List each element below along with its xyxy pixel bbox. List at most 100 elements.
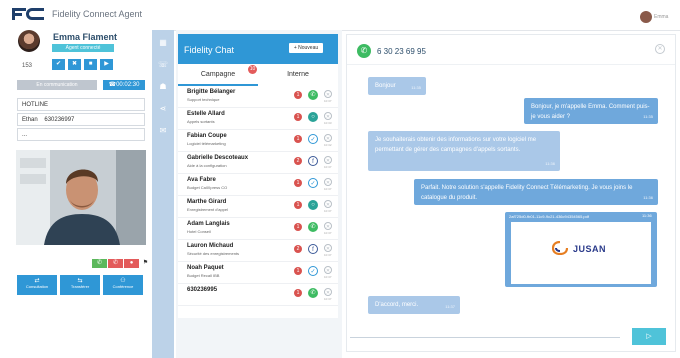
flag-icon: ⚑ <box>142 260 149 266</box>
contact-name: Gabrielle Descoteaux <box>187 155 249 161</box>
close-icon[interactable]: ✕ <box>324 222 332 230</box>
unread-count-badge: 1 <box>294 223 302 231</box>
contact-row[interactable]: Brigitte Bélanger Support technique 1 ✆ ✕ 10:… <box>178 86 338 108</box>
caller-field[interactable]: Ethan 630236997 <box>17 113 145 126</box>
unread-count-badge: 1 <box>294 179 302 187</box>
agent-status-badge[interactable]: Agent connecté <box>52 44 114 52</box>
conference-button[interactable]: ⚇ Conférence <box>103 275 143 295</box>
contacts-icon[interactable]: ☗ <box>157 82 169 92</box>
contact-row[interactable]: Adam Langlais Hotel Conseil 1 ✆ ✕ 10:37 <box>178 218 338 240</box>
message-time: 11:37 <box>445 304 455 309</box>
message-input[interactable] <box>350 337 620 338</box>
close-icon[interactable]: ✕ <box>324 90 332 98</box>
agent-avatar <box>18 30 40 52</box>
message-incoming: D'accord, merci. 11:37 <box>368 296 460 314</box>
new-chat-button[interactable]: + Nouveau <box>289 43 323 53</box>
message-incoming: Je souhaiterais obtenir des informations… <box>368 131 560 171</box>
contact-subtitle: Logiciel télémarketing <box>187 141 226 146</box>
contact-name: 630236995 <box>187 287 218 293</box>
contact-row[interactable]: Marthe Girard Enregistrement d'appel 1 ○ ✕ 10… <box>178 196 338 218</box>
contact-time: 10:37 <box>324 165 332 169</box>
avatar <box>640 10 652 23</box>
phone-icon: ☎ <box>108 82 117 88</box>
call-timer-value: 00:02:30 <box>116 82 140 88</box>
unread-count-badge: 1 <box>294 267 302 275</box>
contact-name: Marthe Girard <box>187 199 227 205</box>
caller-name: Ethan <box>22 117 38 123</box>
tab-campagne[interactable]: Campagne <box>178 64 258 86</box>
twitter-icon: ✓ <box>308 178 318 188</box>
facebook-icon: f <box>308 156 318 166</box>
whatsapp-icon: ✆ <box>357 44 371 58</box>
contact-name: Noah Paquet <box>187 265 224 271</box>
close-icon[interactable]: ✕ <box>324 200 332 208</box>
user-menu[interactable]: Emma <box>640 8 668 26</box>
close-icon[interactable]: ✕ <box>324 112 332 120</box>
close-icon[interactable]: ✕ <box>324 244 332 252</box>
consultation-button[interactable]: ⇄ Consultation <box>17 275 57 295</box>
send-button[interactable]: ▷ <box>632 328 666 345</box>
conference-label: Conférence <box>112 284 134 289</box>
contact-time: 10:37 <box>324 187 332 191</box>
mail-icon[interactable]: ✉ <box>157 126 169 136</box>
document-filename: 2af725d0-fb01-11c9-9c21-436c94354565.pdf <box>509 214 589 219</box>
contact-row[interactable]: Gabrielle Descoteaux Aide à la configurat… <box>178 152 338 174</box>
mic-icon: ● <box>129 260 134 266</box>
message-text: Je souhaiterais obtenir des informations… <box>375 137 537 153</box>
conference-icon: ⚇ <box>120 278 126 284</box>
contact-subtitle: Appels sortants <box>187 119 215 124</box>
contact-row[interactable]: Noah Paquet Budget Recall IBB 1 ✓ ✕ 10:37 <box>178 262 338 284</box>
document-time: 11:36 <box>642 213 652 218</box>
message-time: 11:35 <box>643 114 653 119</box>
caller-number: 630236997 <box>44 117 75 123</box>
consult-icon: ⇄ <box>34 278 40 284</box>
contact-name: Adam Langlais <box>187 221 230 227</box>
contact-row[interactable]: Lauron Michaud Sécurité des enregistremen… <box>178 240 338 262</box>
whatsapp-icon: ✆ <box>308 288 318 298</box>
sms-icon: ○ <box>308 200 318 210</box>
unread-count-badge: 1 <box>294 289 302 297</box>
answer-button[interactable]: ✆ <box>92 259 107 268</box>
mute-button[interactable]: ● <box>124 259 139 268</box>
flag-button[interactable]: ⚑ <box>138 259 153 268</box>
close-icon[interactable]: ✕ <box>324 266 332 274</box>
facebook-icon: f <box>308 244 318 254</box>
contact-subtitle: Sécurité des enregistrements <box>187 251 240 256</box>
app-title: Fidelity Connect Agent <box>52 9 143 19</box>
note-field[interactable]: ... <box>17 128 145 141</box>
hangup-button[interactable]: ✆ <box>108 259 123 268</box>
pause-button[interactable]: ■ <box>84 59 97 70</box>
message-text: D'accord, merci. <box>375 302 419 308</box>
contact-time: 10:37 <box>324 253 332 257</box>
dialpad-icon[interactable]: ▦ <box>157 38 169 48</box>
unread-count-badge: 1 <box>294 91 302 99</box>
transfer-button[interactable]: ⇆ Transférer <box>60 275 100 295</box>
close-icon[interactable]: ✕ <box>324 178 332 186</box>
contact-row[interactable]: Ava Fabre Budget CallXpress CO 1 ✓ ✕ 10:37 <box>178 174 338 196</box>
message-text: Bonjour, je m'appelle Emma. Comment puis… <box>531 104 650 120</box>
message-time: 11:35 <box>411 85 421 90</box>
share-icon[interactable]: ⋖ <box>157 104 169 114</box>
phone-icon[interactable]: ☏ <box>157 60 169 70</box>
campaign-field[interactable]: HOTLINE <box>17 98 145 111</box>
call-state: En communication <box>17 80 97 90</box>
contact-row[interactable]: Estelle Allard Appels sortants 1 ○ ✕ 10:33 <box>178 108 338 130</box>
transfer-label: Transférer <box>70 284 90 289</box>
close-icon[interactable]: ✕ <box>324 288 332 296</box>
consultation-label: Consultation <box>25 284 49 289</box>
close-icon[interactable]: ✕ <box>324 156 332 164</box>
transfer-icon: ⇆ <box>77 278 83 284</box>
refuse-button[interactable]: ✖ <box>68 59 81 70</box>
app-logo <box>12 8 44 20</box>
contact-subtitle: Hotel Conseil <box>187 229 211 234</box>
ready-button[interactable]: ✔ <box>52 59 65 70</box>
contact-time: 10:37 <box>324 275 332 279</box>
close-icon[interactable]: ✕ <box>324 134 332 142</box>
close-icon[interactable]: ✕ <box>655 44 665 54</box>
contact-row[interactable]: 630236995 1 ✆ ✕ 10:37 <box>178 284 338 306</box>
contact-time: 10:37 <box>324 231 332 235</box>
contact-name: Ava Fabre <box>187 177 216 183</box>
tab-interne[interactable]: Interne <box>258 64 338 86</box>
contact-row[interactable]: Fabian Coupe Logiciel télémarketing 1 ✓ ✕ 10:… <box>178 130 338 152</box>
next-button[interactable]: ▶ <box>100 59 113 70</box>
